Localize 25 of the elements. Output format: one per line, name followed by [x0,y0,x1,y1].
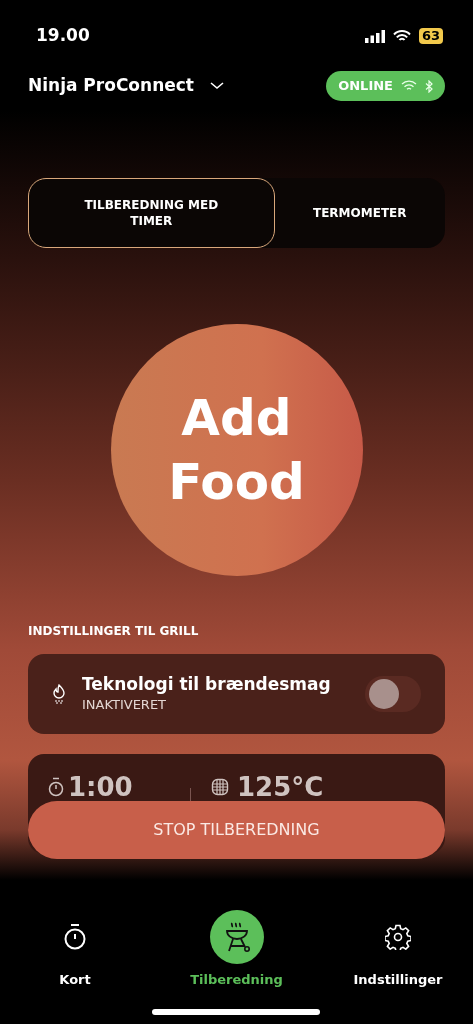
toggle-switch[interactable] [365,676,421,712]
settings-icon [385,924,411,950]
status-time: 19.00 [36,24,90,48]
wifi-icon [392,29,411,43]
setting-status: INAKTIVERET [82,696,168,715]
timer-icon [48,777,64,797]
device-title: Ninja ProConnect [28,74,194,98]
mode-tab[interactable]: TERMOMETER [274,178,445,248]
chevron-down-icon[interactable] [210,82,224,90]
nav-tab[interactable]: Indstillinger [323,910,473,990]
grill-grate-icon [211,778,229,796]
signal-icon [364,29,385,43]
stopwatch-icon [63,923,87,951]
cook-time: 1:00 [68,774,133,800]
bluetooth-icon [425,79,433,93]
setting-title: Teknologi til brændesmag [82,673,332,696]
battery-indicator: 63 [418,28,443,44]
wifi-icon [401,80,417,92]
nav-tab[interactable]: Kort [0,910,150,990]
cook-temperature: 125°C [237,774,324,800]
nav-tab[interactable]: Tilberedning [161,910,312,990]
mode-tab[interactable]: TILBEREDNING MED TIMER [28,178,275,248]
section-title: INDSTILLINGER TIL GRILL [28,623,200,640]
flame-icon [52,684,66,704]
connection-label: ONLINE [338,77,393,96]
